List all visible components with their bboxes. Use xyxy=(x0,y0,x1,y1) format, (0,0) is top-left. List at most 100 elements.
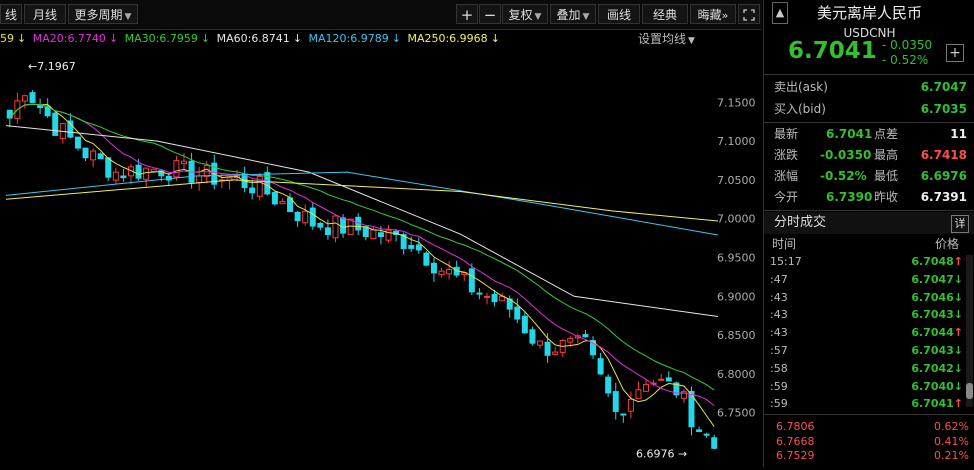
tick-time: :57 xyxy=(770,344,788,357)
last-price: 6.7041 xyxy=(788,38,877,64)
candle-body xyxy=(317,222,324,228)
chart-svg: 7.1500 7.1000 7.0500 7.0000 6.9500 6.9000 6.85… xyxy=(5,60,756,460)
tick-time: :58 xyxy=(770,361,788,375)
detail-button[interactable]: 详 xyxy=(951,215,969,233)
zhangdie-label: 涨跌 xyxy=(774,148,799,162)
candle-body xyxy=(521,315,528,334)
arrow-down-icon: ↓ xyxy=(17,32,27,45)
fuquan-label: 复权 xyxy=(508,8,533,22)
tick-time: :43 xyxy=(770,326,788,340)
tab-week[interactable]: 线 xyxy=(0,4,22,24)
overlay-button[interactable]: 叠加 ▼ xyxy=(550,4,596,24)
zoom-out-button[interactable]: − xyxy=(479,4,501,24)
tick-row: :57 6.7043↓ xyxy=(766,342,969,360)
candle-body xyxy=(483,295,490,298)
tab-more-periods[interactable]: 更多周期 ▼ xyxy=(68,4,138,24)
tick-row: :43 6.7044↑ xyxy=(766,324,969,342)
candle-body xyxy=(446,269,453,275)
candle-body xyxy=(332,215,339,239)
ask-value: 6.7047 xyxy=(920,80,967,94)
zoom-in-button[interactable]: + xyxy=(456,4,478,24)
double-chevron-icon: » xyxy=(721,9,729,22)
divider xyxy=(764,122,974,123)
tick-price: 6.7041↑ xyxy=(911,397,963,411)
candle-body xyxy=(514,306,521,320)
ask-label: 卖出(ask) xyxy=(774,80,828,94)
kline-chart[interactable]: 7.1500 7.1000 7.0500 7.0000 6.9500 6.9000 6.85… xyxy=(0,48,762,467)
ask-row: 卖出(ask) 6.7047 xyxy=(764,77,974,98)
overlay-label: 叠加 xyxy=(556,8,581,22)
bid-value: 6.7035 xyxy=(920,102,967,116)
mini-pct: 0.41% xyxy=(934,434,969,448)
price-header: 价格 xyxy=(934,237,959,251)
ma-legend: 59 ↓ MA20:6.7740 ↓ MA30:6.7959 ↓ MA60:6.874… xyxy=(0,30,503,48)
fullscreen-icon[interactable] xyxy=(738,4,760,24)
candle-body xyxy=(696,429,703,432)
open-value: 6.7390 xyxy=(826,190,873,204)
y-tick-label: 6.8000 xyxy=(717,368,756,381)
tick-row: :58 6.7042↓ xyxy=(766,360,969,378)
candle-body xyxy=(324,227,331,236)
candle-body xyxy=(476,292,483,295)
chevron-down-icon: ▼ xyxy=(124,12,132,22)
tick-row: :59 6.7040↓ xyxy=(766,378,969,396)
price-change: - 0.0350 - 0.52% xyxy=(882,38,932,68)
candle-body xyxy=(612,391,619,412)
arrow-down-icon: ↓ xyxy=(292,32,303,45)
scrollbar-thumb[interactable] xyxy=(966,383,973,399)
arrow-up-icon: ↑ xyxy=(953,255,963,268)
candle-body xyxy=(620,413,627,416)
classic-button[interactable]: 经典 xyxy=(642,4,688,24)
arrow-down-icon: ↓ xyxy=(953,290,963,304)
candle-body xyxy=(52,112,59,136)
candle-body xyxy=(711,437,718,449)
ticks-scrollbar[interactable] xyxy=(966,255,973,407)
arrow-down-icon: ↓ xyxy=(953,344,963,357)
candle-body xyxy=(279,201,286,205)
candle-body xyxy=(643,383,650,392)
more-periods-label: 更多周期 xyxy=(74,8,123,22)
candle-body xyxy=(491,294,498,303)
add-watchlist-button[interactable]: + xyxy=(946,44,964,62)
tick-price: 6.7042↓ xyxy=(911,361,963,375)
candle-body xyxy=(544,341,551,356)
candle-body xyxy=(181,160,187,165)
tick-price: 6.7048↑ xyxy=(911,255,963,268)
ticks-title: 分时成交 xyxy=(774,215,827,230)
chevron-down-icon: ▼ xyxy=(688,36,695,46)
y-tick-label: 7.0000 xyxy=(717,213,756,226)
candle-body xyxy=(74,136,81,149)
candle-body xyxy=(173,160,180,178)
open-label: 今开 xyxy=(774,190,799,204)
tick-price: 6.7040↓ xyxy=(911,379,963,393)
low-label: 最低 xyxy=(874,169,899,183)
candle-body xyxy=(408,245,415,249)
time-header: 时间 xyxy=(772,237,797,251)
scroll-up-icon[interactable]: ▲ xyxy=(772,2,788,24)
ma-settings-button[interactable]: 设置均线 ▼ xyxy=(638,30,695,48)
y-tick-label: 6.9000 xyxy=(717,290,756,303)
fuquan-button[interactable]: 复权 ▼ xyxy=(502,4,548,24)
draw-line-button[interactable]: 画线 xyxy=(598,4,640,24)
tick-time: :43 xyxy=(770,290,788,304)
tick-row: 15:17 6.7048↑ xyxy=(766,253,969,271)
candle-body xyxy=(582,334,589,338)
candle-body xyxy=(703,433,710,436)
stat-row-pct: 涨幅 -0.52% 最低 6.6976 xyxy=(764,166,974,187)
tick-row: :47 6.7047↓ xyxy=(766,271,969,289)
ma120-value: MA120:6.9789 xyxy=(308,32,389,45)
candle-body xyxy=(415,244,422,251)
candle-body xyxy=(90,150,97,161)
mini-timeline: 6.7806 0.62% 6.7668 0.41% 6.7529 0.21% xyxy=(764,420,974,467)
candle-body xyxy=(665,377,672,382)
candle-body xyxy=(82,147,89,159)
candle-body xyxy=(143,167,150,180)
hide-button[interactable]: 晦藏» xyxy=(690,4,736,24)
candle-body xyxy=(635,389,642,400)
mini-pct: 0.62% xyxy=(934,420,969,433)
mini-price: 6.7668 xyxy=(776,434,815,448)
candle-body xyxy=(302,210,309,224)
ma20-value: MA20:6.7740 xyxy=(32,32,106,45)
tab-month[interactable]: 月线 xyxy=(24,4,66,24)
arrow-down-icon: ↓ xyxy=(490,32,500,45)
